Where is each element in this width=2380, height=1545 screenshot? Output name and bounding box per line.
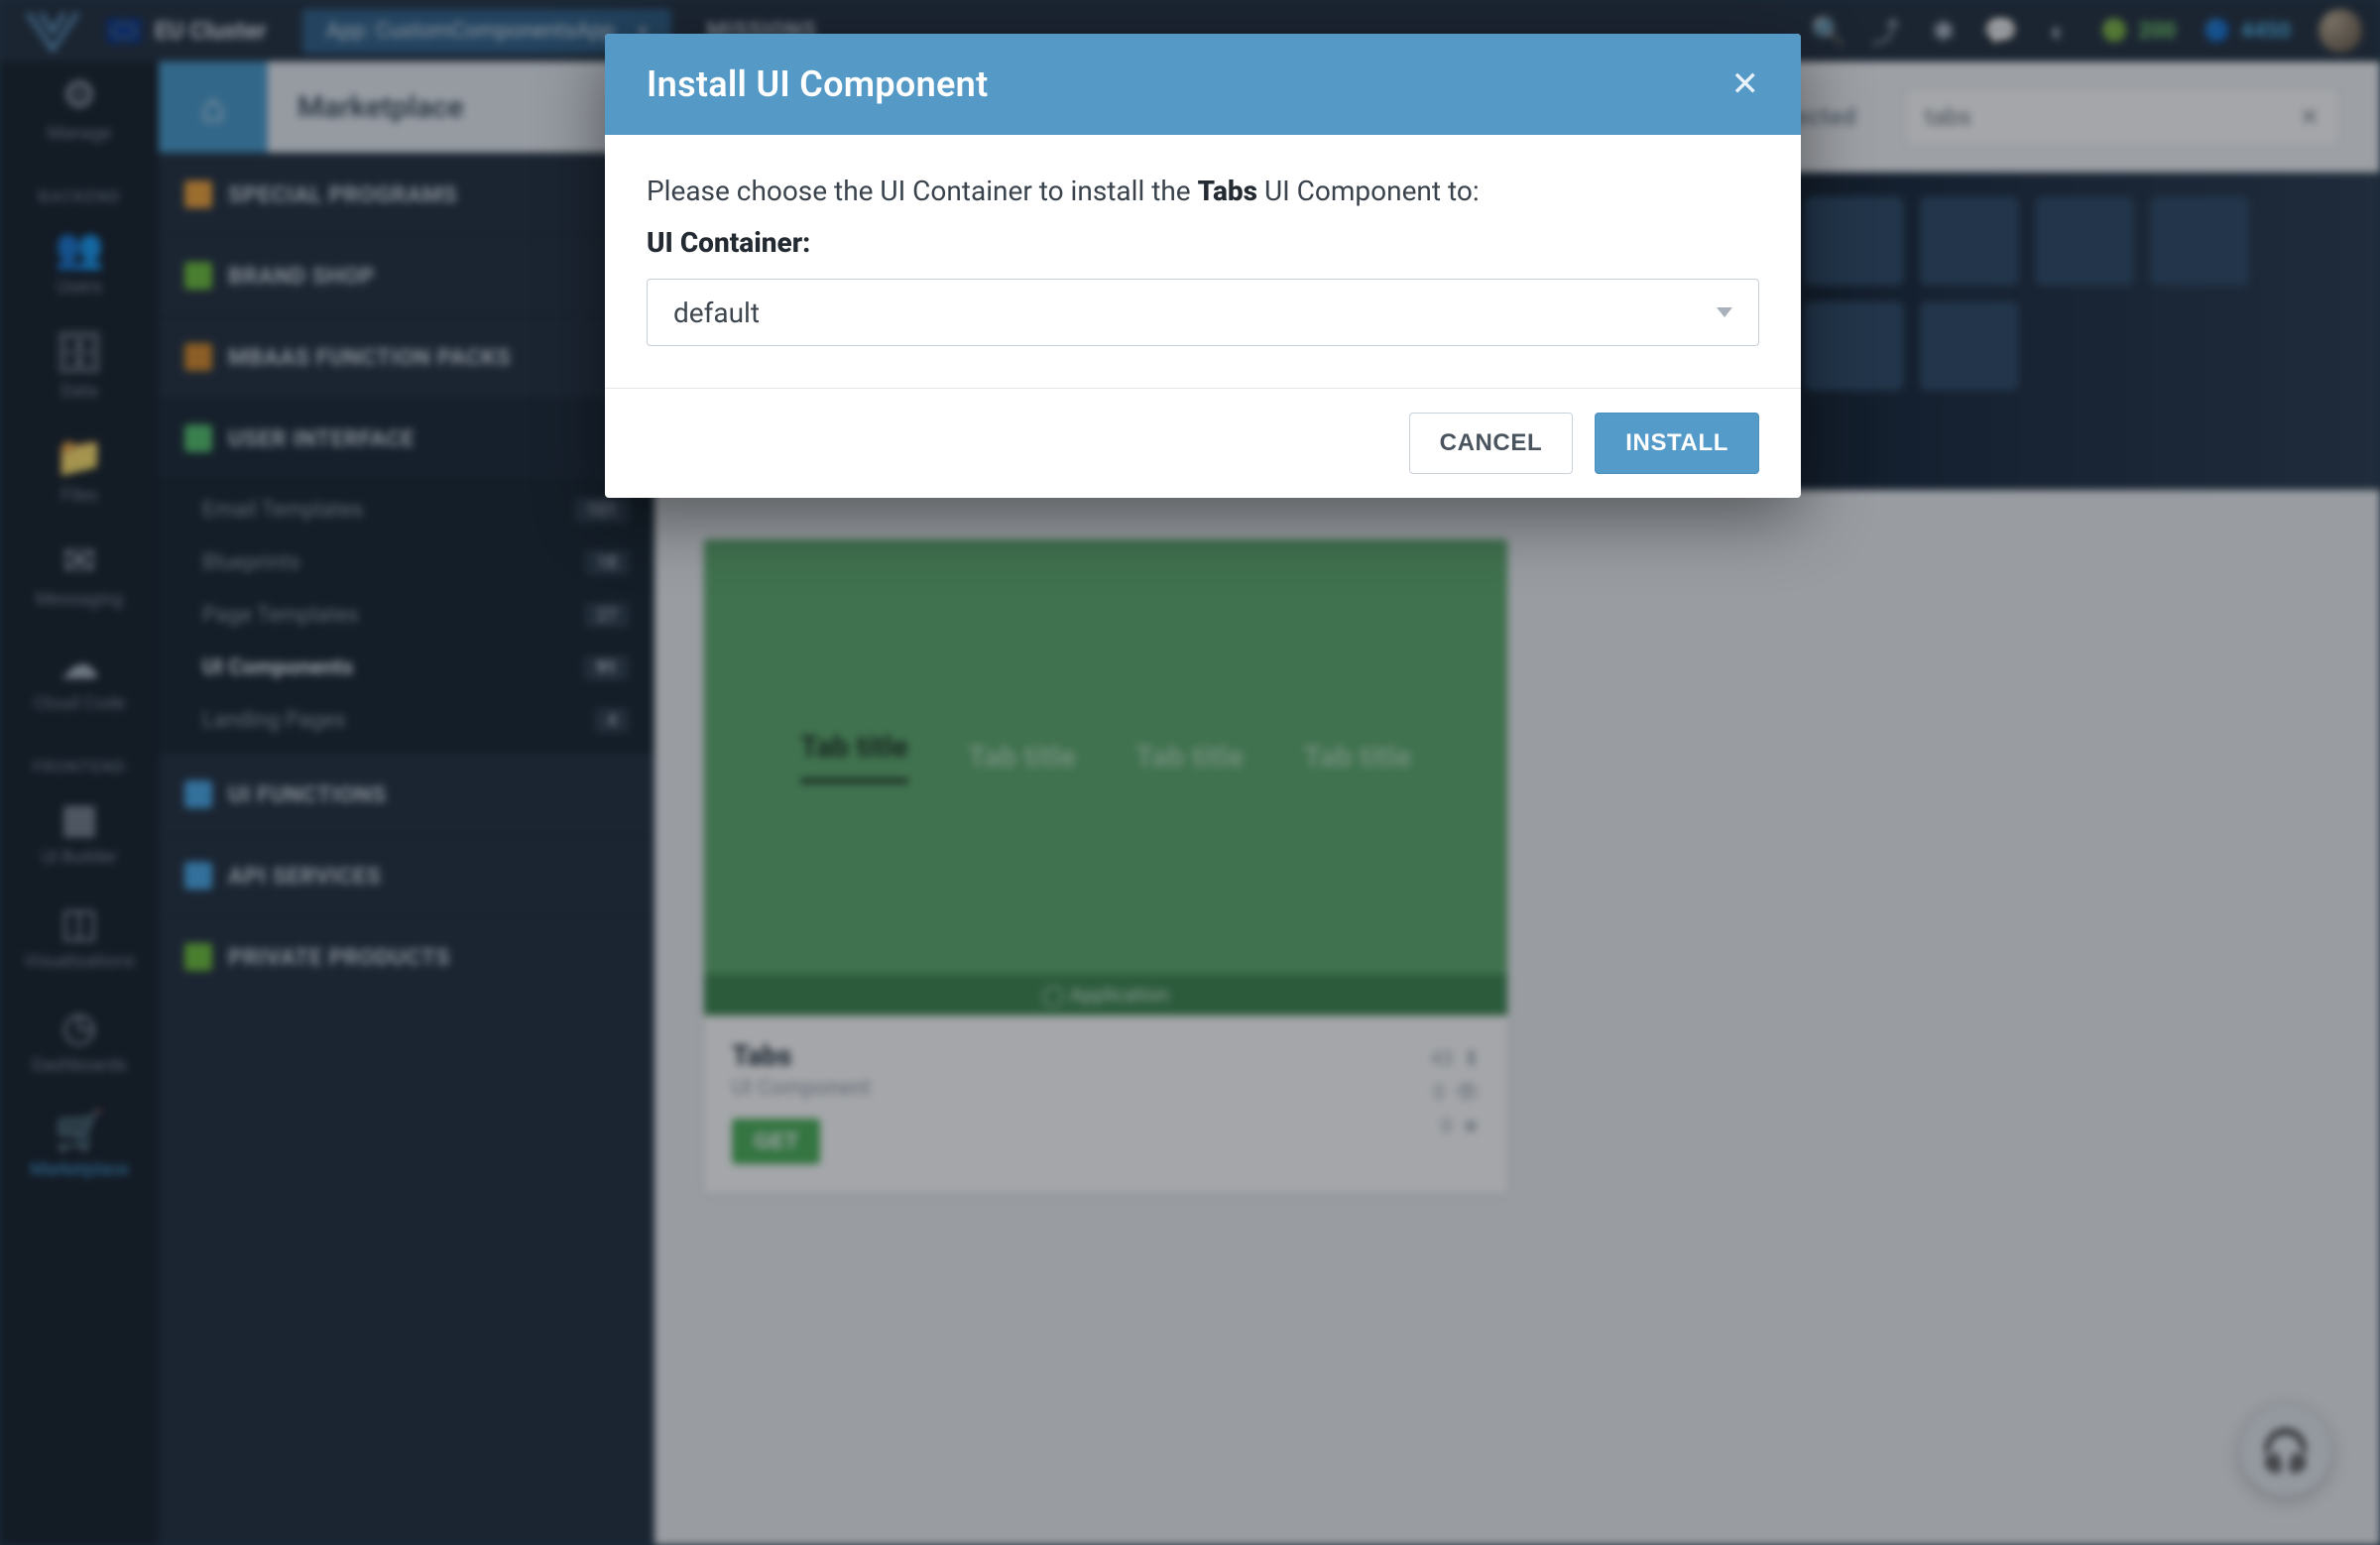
cancel-button[interactable]: CANCEL bbox=[1409, 413, 1574, 474]
close-button[interactable]: ✕ bbox=[1731, 67, 1760, 101]
prompt-bold: Tabs bbox=[1198, 175, 1257, 207]
container-label: UI Container: bbox=[647, 226, 1759, 259]
install-modal: Install UI Component ✕ Please choose the… bbox=[605, 34, 1801, 498]
install-button[interactable]: INSTALL bbox=[1595, 413, 1759, 474]
modal-footer: CANCEL INSTALL bbox=[605, 388, 1801, 498]
select-value: default bbox=[673, 297, 760, 329]
modal-body: Please choose the UI Container to instal… bbox=[605, 135, 1801, 388]
chevron-down-icon bbox=[1717, 307, 1732, 317]
container-select[interactable]: default bbox=[647, 279, 1759, 346]
prompt-pre: Please choose the UI Container to instal… bbox=[647, 175, 1198, 207]
prompt-post: UI Component to: bbox=[1257, 175, 1480, 207]
modal-header: Install UI Component ✕ bbox=[605, 34, 1801, 135]
modal-prompt: Please choose the UI Container to instal… bbox=[647, 171, 1759, 212]
modal-title: Install UI Component bbox=[647, 63, 988, 105]
